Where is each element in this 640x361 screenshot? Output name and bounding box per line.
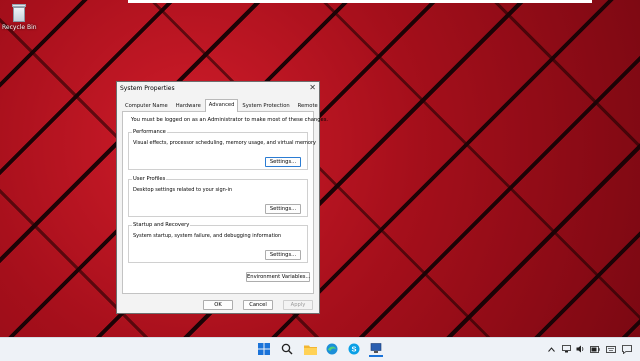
ok-button[interactable]: OK	[203, 300, 233, 310]
tab-system-protection[interactable]: System Protection	[238, 100, 293, 111]
recycle-bin-label: Recycle Bin	[2, 24, 37, 31]
startup-recovery-title: Startup and Recovery	[132, 222, 191, 228]
keyboard-icon[interactable]	[606, 343, 616, 355]
user-profiles-group: User Profiles Desktop settings related t…	[128, 176, 308, 217]
performance-description: Visual effects, processor scheduling, me…	[133, 140, 316, 146]
skype-icon[interactable]: S	[347, 342, 361, 356]
dialog-title: System Properties	[120, 85, 175, 92]
startup-recovery-settings-button[interactable]: Settings...	[265, 250, 301, 260]
search-icon[interactable]	[280, 342, 294, 356]
tab-computer-name[interactable]: Computer Name	[121, 100, 172, 111]
user-profiles-description: Desktop settings related to your sign-in	[133, 187, 233, 193]
close-icon: ✕	[309, 83, 316, 92]
tab-hardware[interactable]: Hardware	[172, 100, 205, 111]
tab-bar: Computer Name Hardware Advanced System P…	[121, 99, 322, 112]
startup-recovery-group: Startup and Recovery System startup, sys…	[128, 222, 308, 263]
advanced-tab-panel: You must be logged on as an Administrato…	[122, 111, 328, 294]
volume-icon[interactable]	[576, 343, 585, 355]
system-properties-dialog: System Properties ✕ Computer Name Hardwa…	[116, 81, 328, 314]
battery-icon[interactable]	[590, 343, 600, 355]
cancel-button[interactable]: Cancel	[243, 300, 273, 310]
top-white-bar	[128, 0, 592, 3]
performance-group: Performance Visual effects, processor sc…	[128, 129, 316, 170]
startup-recovery-description: System startup, system failure, and debu…	[133, 233, 282, 239]
network-icon[interactable]	[562, 343, 571, 355]
notification-icon[interactable]	[622, 343, 632, 355]
environment-variables-button[interactable]: Environment Variables...	[246, 272, 310, 282]
system-properties-app-icon[interactable]	[369, 342, 383, 357]
close-button[interactable]: ✕	[309, 83, 316, 92]
admin-notice: You must be logged on as an Administrato…	[131, 117, 329, 123]
taskbar: S	[0, 337, 640, 361]
svg-text:S: S	[351, 345, 356, 354]
performance-settings-button[interactable]: Settings...	[265, 157, 301, 167]
chevron-up-icon[interactable]	[548, 343, 555, 355]
apply-button[interactable]: Apply	[283, 300, 313, 310]
edge-browser-icon[interactable]	[325, 342, 339, 356]
windows-start-icon[interactable]	[257, 342, 271, 356]
tab-advanced[interactable]: Advanced	[204, 99, 239, 112]
tab-remote[interactable]: Remote	[294, 100, 322, 111]
recycle-bin-icon	[11, 4, 27, 22]
file-explorer-icon[interactable]	[303, 342, 317, 356]
user-profiles-settings-button[interactable]: Settings...	[265, 204, 301, 214]
desktop-icon-recycle-bin[interactable]: Recycle Bin	[2, 4, 37, 31]
performance-title: Performance	[132, 129, 167, 135]
user-profiles-title: User Profiles	[132, 176, 167, 182]
